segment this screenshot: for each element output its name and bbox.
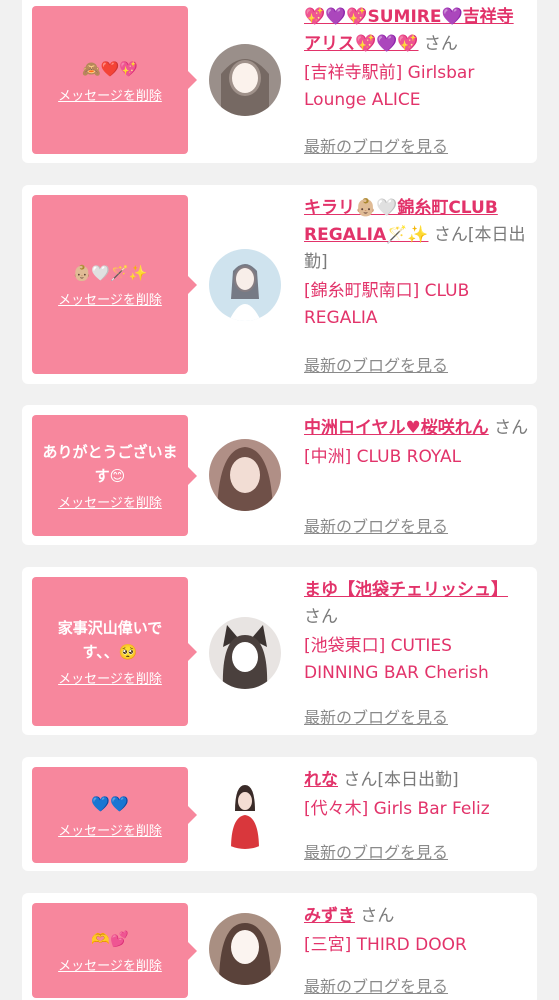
honorific: さん <box>494 418 529 438</box>
message-list: 🙈❤️💖 メッセージを削除 💖💜💖SUMIRE💜吉祥寺アリス💖💜💖 さん [吉祥… <box>0 0 559 1000</box>
delete-message-link[interactable]: メッセージを削除 <box>58 955 162 974</box>
message-bubble: 🙈❤️💖 メッセージを削除 <box>32 6 197 154</box>
message-card: 👶🏼🤍🪄✨ メッセージを削除 キラリ👶🏼🤍錦糸町CLUB REGALIA🪄✨ さ… <box>22 185 537 384</box>
message-text: 家事沢山偉いです、、🥺 <box>57 619 163 661</box>
cast-name-link[interactable]: れな <box>304 770 338 790</box>
item-info: みずき さん [三宮] THIRD DOOR <box>304 903 530 959</box>
message-card: 🫶💕 メッセージを削除 みずき さん [三宮] THIRD DOOR 最新のブロ… <box>22 893 537 1000</box>
honorific: さん[本日出勤] <box>343 770 459 790</box>
avatar[interactable] <box>209 44 281 116</box>
avatar[interactable] <box>209 439 281 511</box>
delete-message-link[interactable]: メッセージを削除 <box>58 85 162 104</box>
message-card: 💙💙 メッセージを削除 れな さん[本日出勤] [代々木] Girls Bar … <box>22 757 537 871</box>
avatar-photo-icon <box>209 439 281 511</box>
avatar[interactable] <box>209 777 281 849</box>
item-info: 💖💜💖SUMIRE💜吉祥寺アリス💖💜💖 さん [吉祥寺駅前] Girlsbar … <box>304 4 530 114</box>
name-line: キラリ👶🏼🤍錦糸町CLUB REGALIA🪄✨ さん[本日出勤] <box>304 195 530 276</box>
name-line: れな さん[本日出勤] <box>304 767 530 794</box>
message-bubble: ありがとうございます😊 メッセージを削除 <box>32 415 197 536</box>
name-line: 中洲ロイヤル♥桜咲れん さん <box>304 415 530 442</box>
message-bubble: 🫶💕 メッセージを削除 <box>32 903 197 998</box>
cast-name-link[interactable]: 中洲ロイヤル♥桜咲れん <box>304 418 489 438</box>
message-text: 🫶💕 <box>91 930 129 948</box>
shop-name: [池袋東口] CUTIES DINNING BAR Cherish <box>304 636 489 683</box>
honorific: さん <box>360 906 395 926</box>
name-line: 💖💜💖SUMIRE💜吉祥寺アリス💖💜💖 さん <box>304 4 530 58</box>
blog-link[interactable]: 最新のブログを見る <box>304 133 448 157</box>
delete-message-link[interactable]: メッセージを削除 <box>58 820 162 839</box>
blog-link[interactable]: 最新のブログを見る <box>304 704 448 728</box>
blog-link[interactable]: 最新のブログを見る <box>304 513 448 537</box>
blog-link[interactable]: 最新のブログを見る <box>304 839 448 863</box>
cast-name-link[interactable]: まゆ【池袋チェリッシュ】 <box>304 580 508 600</box>
item-info: まゆ【池袋チェリッシュ】 さん [池袋東口] CUTIES DINNING BA… <box>304 577 530 687</box>
cast-name-link[interactable]: 💖💜💖SUMIRE💜吉祥寺アリス💖💜💖 <box>304 7 514 54</box>
shop-name: [三宮] THIRD DOOR <box>304 935 467 955</box>
cast-name-link[interactable]: みずき <box>304 906 355 926</box>
avatar-photo-icon <box>209 249 281 321</box>
avatar-photo-icon <box>209 44 281 116</box>
message-text: ありがとうございます😊 <box>42 443 178 485</box>
message-text: 💙💙 <box>91 794 129 813</box>
name-line: みずき さん <box>304 903 530 930</box>
avatar[interactable] <box>209 249 281 321</box>
honorific: さん <box>423 34 458 54</box>
message-text: 👶🏼🤍🪄✨ <box>72 264 148 282</box>
avatar-photo-icon <box>209 777 281 849</box>
message-bubble: 👶🏼🤍🪄✨ メッセージを削除 <box>32 195 197 374</box>
item-info: れな さん[本日出勤] [代々木] Girls Bar Feliz <box>304 767 530 823</box>
avatar[interactable] <box>209 913 281 985</box>
message-card: 家事沢山偉いです、、🥺 メッセージを削除 まゆ【池袋チェリッシュ】 さん [池袋… <box>22 567 537 735</box>
message-card: ありがとうございます😊 メッセージを削除 中洲ロイヤル♥桜咲れん さん [中洲]… <box>22 405 537 545</box>
delete-message-link[interactable]: メッセージを削除 <box>58 668 162 687</box>
message-card: 🙈❤️💖 メッセージを削除 💖💜💖SUMIRE💜吉祥寺アリス💖💜💖 さん [吉祥… <box>22 0 537 163</box>
avatar[interactable] <box>209 617 281 689</box>
message-bubble: 💙💙 メッセージを削除 <box>32 767 197 863</box>
item-info: 中洲ロイヤル♥桜咲れん さん [中洲] CLUB ROYAL <box>304 415 530 471</box>
blog-link[interactable]: 最新のブログを見る <box>304 973 448 997</box>
blog-link[interactable]: 最新のブログを見る <box>304 352 448 376</box>
message-bubble: 家事沢山偉いです、、🥺 メッセージを削除 <box>32 577 197 726</box>
avatar-photo-icon <box>209 913 281 985</box>
shop-name: [錦糸町駅南口] CLUB REGALIA <box>304 281 470 328</box>
shop-name: [中洲] CLUB ROYAL <box>304 447 462 467</box>
shop-name: [吉祥寺駅前] Girlsbar Lounge ALICE <box>304 63 475 110</box>
honorific: さん <box>304 607 338 627</box>
delete-message-link[interactable]: メッセージを削除 <box>58 492 162 511</box>
delete-message-link[interactable]: メッセージを削除 <box>58 289 162 308</box>
name-line: まゆ【池袋チェリッシュ】 さん <box>304 577 530 631</box>
item-info: キラリ👶🏼🤍錦糸町CLUB REGALIA🪄✨ さん[本日出勤] [錦糸町駅南口… <box>304 195 530 332</box>
avatar-photo-icon <box>209 617 281 689</box>
shop-name: [代々木] Girls Bar Feliz <box>304 799 490 819</box>
message-text: 🙈❤️💖 <box>81 59 139 78</box>
